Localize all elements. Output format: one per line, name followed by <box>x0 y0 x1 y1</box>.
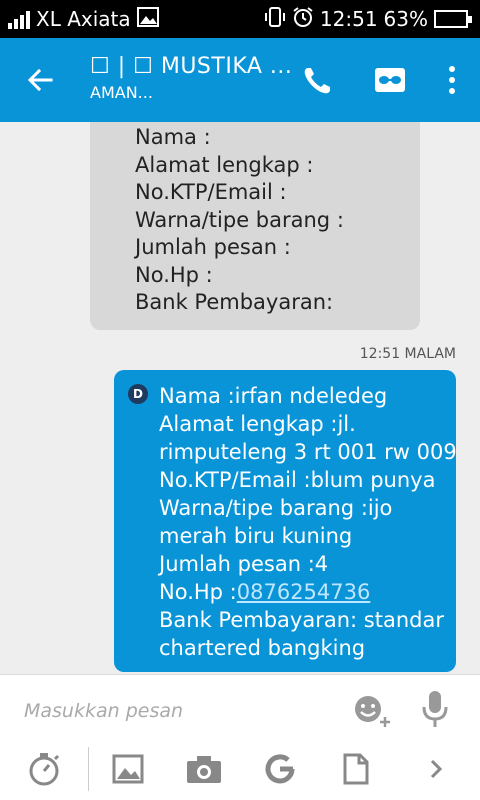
more-options-button[interactable] <box>440 60 464 100</box>
outgoing-phone-line: No.Hp :0876254736 <box>159 578 446 606</box>
sim-badge: D <box>128 384 148 404</box>
arrow-left-icon <box>27 68 53 92</box>
voice-button[interactable] <box>420 689 450 729</box>
status-right: 12:51 63% <box>264 6 472 33</box>
message-input[interactable] <box>24 695 324 727</box>
outgoing-line: rimputeleng 3 rt 001 rw 009 <box>159 440 457 464</box>
image-icon <box>112 754 144 784</box>
incoming-line: Bank Pembayaran: <box>135 290 334 314</box>
vibrate-icon <box>264 6 286 33</box>
incoming-line: No.KTP/Email : <box>135 180 287 204</box>
battery-percent: 63% <box>383 7 428 31</box>
camera-icon <box>187 756 221 783</box>
emoji-add-icon <box>355 696 390 727</box>
outgoing-line: Alamat lengkap :jl. <box>159 412 356 436</box>
incoming-message-bubble[interactable]: Nama : Alamat lengkap : No.KTP/Email : W… <box>90 122 420 330</box>
outgoing-line: Warna/tipe barang :ijo <box>159 496 393 520</box>
status-left: XL Axiata <box>8 6 159 32</box>
alarm-icon <box>292 6 314 33</box>
outgoing-line: Jumlah pesan :4 <box>159 552 329 576</box>
microphone-icon <box>422 691 448 727</box>
more-vert-icon <box>449 66 455 72</box>
timer-icon <box>29 753 60 786</box>
conversation-title-area[interactable]: ☐ | ☐ MUSTIKA ... AMAN... <box>90 54 290 102</box>
incoming-line: Jumlah pesan : <box>135 235 291 259</box>
incoming-line: Alamat lengkap : <box>135 152 314 177</box>
file-button[interactable] <box>338 751 374 787</box>
emoji-button[interactable] <box>352 693 392 729</box>
google-button[interactable] <box>262 751 298 787</box>
camera-button[interactable] <box>186 751 222 787</box>
carrier-name: XL Axiata <box>36 7 131 31</box>
file-icon <box>343 753 369 785</box>
app-bar: ☐ | ☐ MUSTIKA ... AMAN... <box>0 38 480 122</box>
composer <box>0 674 480 800</box>
phone-label: No.Hp : <box>159 580 237 604</box>
incoming-line: Warna/tipe barang : <box>135 207 344 232</box>
outgoing-line: Bank Pembayaran: standar <box>159 608 444 632</box>
outgoing-line: Nama :irfan ndeledeg <box>159 384 388 408</box>
status-time: 12:51 <box>319 7 378 31</box>
image-notification-icon <box>136 6 159 32</box>
signal-icon <box>8 9 30 29</box>
toolbar-divider <box>88 747 89 791</box>
conversation-list[interactable]: Nama : Alamat lengkap : No.KTP/Email : W… <box>0 122 480 674</box>
contact-card-icon <box>375 68 405 92</box>
timer-button[interactable] <box>26 751 62 787</box>
status-bar: XL Axiata 12:51 63% <box>0 0 480 38</box>
phone-icon <box>304 68 330 94</box>
back-button[interactable] <box>20 60 60 100</box>
contact-button[interactable] <box>370 60 410 100</box>
google-icon <box>265 754 295 784</box>
phone-number-link[interactable]: 0876254736 <box>237 580 371 604</box>
conversation-subtitle: AMAN... <box>90 83 153 102</box>
outgoing-line: No.KTP/Email :blum punya <box>159 468 436 492</box>
message-timestamp: 12:51 MALAM <box>359 346 456 362</box>
conversation-title: ☐ | ☐ MUSTIKA ... <box>90 54 290 79</box>
chevron-right-icon <box>430 759 443 779</box>
call-button[interactable] <box>298 60 338 100</box>
outgoing-message-bubble[interactable]: D Nama :irfan ndeledeg Alamat lengkap :j… <box>114 370 457 672</box>
outgoing-line: merah biru kuning <box>159 524 353 548</box>
expand-button[interactable] <box>418 751 454 787</box>
incoming-line: No.Hp : <box>135 262 213 287</box>
incoming-line: Nama : <box>135 125 211 149</box>
battery-icon <box>434 10 472 28</box>
outgoing-line: chartered bangking <box>159 636 366 660</box>
image-button[interactable] <box>110 751 146 787</box>
